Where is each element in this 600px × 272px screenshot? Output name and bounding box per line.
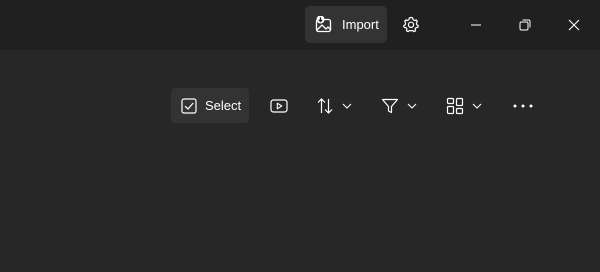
chevron-down-icon: [342, 102, 352, 110]
select-button[interactable]: Select: [171, 88, 249, 123]
view-button[interactable]: [446, 88, 492, 123]
gear-icon: [402, 16, 420, 34]
chevron-down-icon: [472, 102, 482, 110]
restore-button[interactable]: [507, 6, 543, 43]
minimize-button[interactable]: [458, 6, 494, 43]
toolbar: Select: [0, 86, 600, 126]
sort-button[interactable]: [316, 88, 362, 123]
slideshow-play-icon: [270, 98, 288, 114]
filter-icon: [381, 97, 399, 115]
slideshow-button[interactable]: [266, 88, 292, 123]
close-button[interactable]: [556, 6, 592, 43]
chevron-down-icon: [407, 102, 417, 110]
select-label: Select: [205, 98, 242, 113]
restore-icon: [519, 19, 531, 31]
filter-button[interactable]: [381, 88, 427, 123]
checkbox-icon: [181, 97, 197, 114]
settings-button[interactable]: [396, 6, 426, 43]
view-layout-icon: [446, 97, 464, 115]
more-options-button[interactable]: [510, 88, 536, 123]
import-label: Import: [342, 17, 379, 32]
more-dots-icon: [512, 103, 534, 109]
minimize-icon: [470, 19, 482, 31]
sort-arrows-icon: [316, 97, 334, 115]
title-bar: Import: [0, 0, 600, 50]
import-button[interactable]: Import: [305, 6, 387, 43]
image-import-icon: [315, 15, 333, 34]
close-icon: [568, 19, 580, 31]
